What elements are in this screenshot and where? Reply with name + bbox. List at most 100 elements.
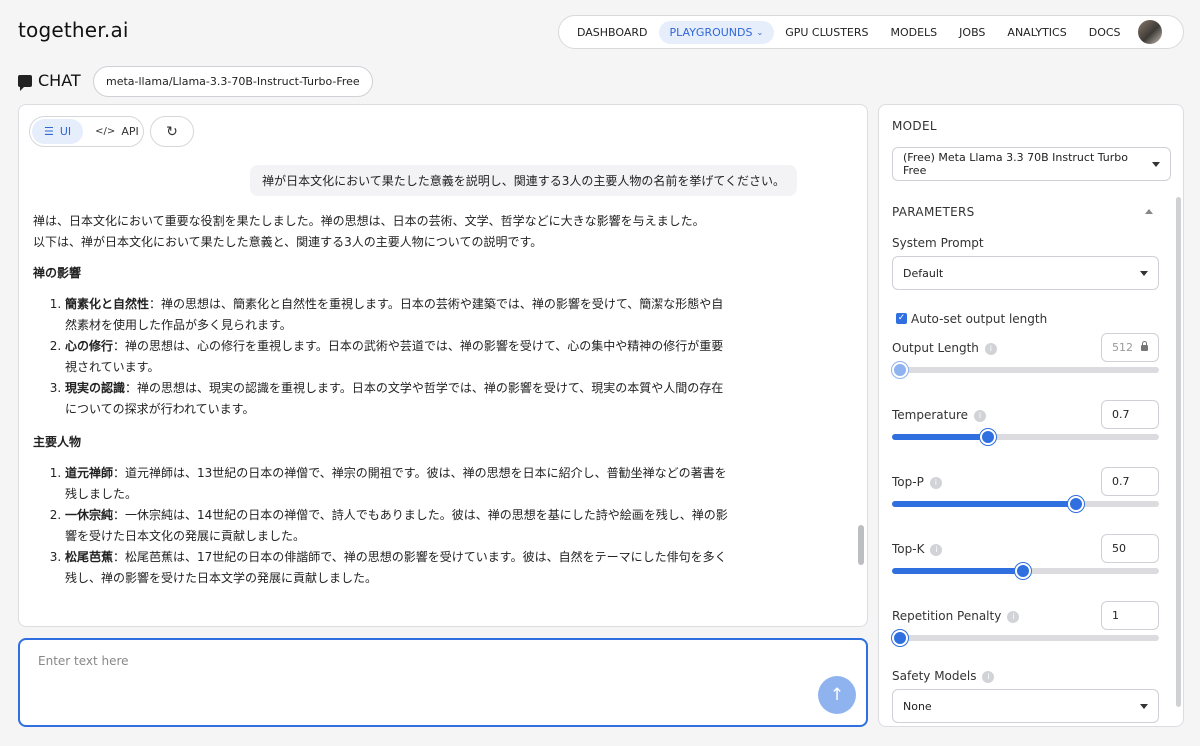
code-icon: </> [95, 126, 116, 137]
section-heading-people: 主要人物 [33, 435, 82, 449]
slider-thumb[interactable] [892, 630, 908, 646]
top-p-label: Top-P i [892, 475, 942, 489]
top-navigation: DASHBOARD PLAYGROUNDS ⌄ GPU CLUSTERS MODE… [558, 15, 1184, 49]
top-p-input[interactable]: 0.7 [1101, 467, 1159, 496]
output-length-slider[interactable] [892, 362, 1159, 378]
nav-playgrounds[interactable]: PLAYGROUNDS ⌄ [658, 20, 775, 44]
chevron-down-icon: ⌄ [756, 27, 764, 37]
parameters-section-title: PARAMETERS [892, 205, 975, 219]
temperature-slider[interactable] [892, 429, 1159, 445]
list-item: 道元禅師：道元禅師は、13世紀の日本の禅僧で、禅宗の開祖です。彼は、禅の思想を日… [65, 463, 733, 505]
together-logo[interactable]: together.ai [18, 18, 129, 42]
answer-intro-line1: 禅は、日本文化において重要な役割を果たしました。禅の思想は、日本の芸術、文学、哲… [33, 214, 705, 228]
slider-fill [892, 568, 1023, 574]
nav-playgrounds-label: PLAYGROUNDS [669, 25, 753, 39]
top-k-label-text: Top-K [892, 542, 925, 556]
list-item: 簡素化と自然性：禅の思想は、簡素化と自然性を重視します。日本の芸術や建築では、禅… [65, 294, 733, 336]
message-input-box: ↑ [18, 638, 868, 727]
mode-api-label: API [121, 125, 139, 138]
temperature-label-text: Temperature [892, 408, 969, 422]
nav-dashboard-label: DASHBOARD [577, 25, 648, 39]
people-list: 道元禅師：道元禅師は、13世紀の日本の禅僧で、禅宗の開祖です。彼は、禅の思想を日… [33, 463, 733, 589]
list-item-term: 心の修行 [65, 339, 114, 353]
chat-scrollbar[interactable] [858, 525, 864, 565]
top-p-label-text: Top-P [892, 475, 924, 489]
output-length-label-text: Output Length [892, 341, 979, 355]
arrow-up-icon: ↑ [829, 685, 845, 705]
refresh-button[interactable]: ↻ [150, 116, 194, 147]
system-prompt-select[interactable]: Default [892, 256, 1159, 290]
info-icon[interactable]: i [984, 342, 997, 355]
nav-gpu-clusters[interactable]: GPU CLUSTERS [774, 21, 879, 44]
nav-gpu-clusters-label: GPU CLUSTERS [785, 25, 869, 39]
refresh-icon: ↻ [166, 123, 178, 140]
nav-dashboard[interactable]: DASHBOARD [566, 21, 659, 44]
safety-models-label-text: Safety Models [892, 669, 977, 683]
temperature-input[interactable]: 0.7 [1101, 400, 1159, 429]
list-item-term: 簡素化と自然性 [65, 297, 150, 311]
list-item-text: ：禅の思想は、簡素化と自然性を重視します。日本の芸術や建築では、禅の影響を受けて… [65, 297, 724, 332]
list-item: 松尾芭蕉：松尾芭蕉は、17世紀の日本の俳諧師で、禅の思想の影響を受けています。彼… [65, 547, 733, 589]
repetition-penalty-label: Repetition Penalty i [892, 609, 1020, 623]
caret-down-icon [1140, 270, 1148, 276]
safety-models-label: Safety Models i [892, 669, 995, 683]
system-prompt-label: System Prompt [892, 236, 984, 250]
slider-thumb[interactable] [892, 362, 908, 378]
repetition-penalty-slider[interactable] [892, 630, 1159, 646]
nav-jobs-label: JOBS [959, 25, 986, 39]
message-input[interactable] [38, 654, 798, 694]
settings-panel: MODEL (Free) Meta Llama 3.3 70B Instruct… [878, 104, 1184, 727]
list-item-text: ：禅の思想は、現実の認識を重視します。日本の文学や哲学では、禅の影響を受けて、現… [65, 381, 724, 416]
info-icon[interactable]: i [1007, 610, 1020, 623]
nav-docs[interactable]: DOCS [1078, 21, 1132, 44]
chat-bubble-icon [18, 74, 32, 91]
mode-ui-label: UI [59, 125, 72, 138]
nav-docs-label: DOCS [1088, 25, 1121, 39]
top-k-slider[interactable] [892, 563, 1159, 579]
output-length-input: 512 [1101, 333, 1159, 362]
list-item-term: 道元禅師 [65, 466, 114, 480]
model-select[interactable]: (Free) Meta Llama 3.3 70B Instruct Turbo… [892, 147, 1171, 181]
safety-models-value: None [903, 699, 932, 713]
info-icon[interactable]: i [929, 476, 942, 489]
settings-scrollbar[interactable] [1176, 197, 1181, 707]
model-pill[interactable]: meta-llama/Llama-3.3-70B-Instruct-Turbo-… [93, 66, 373, 97]
chat-heading: CHAT [18, 71, 81, 91]
repetition-penalty-input[interactable]: 1 [1101, 601, 1159, 630]
info-icon[interactable]: i [930, 543, 943, 556]
top-p-slider[interactable] [892, 496, 1159, 512]
nav-models[interactable]: MODELS [879, 21, 948, 44]
user-avatar[interactable] [1137, 20, 1162, 44]
nav-analytics-label: ANALYTICS [1007, 25, 1067, 39]
list-item-term: 松尾芭蕉 [65, 550, 114, 564]
safety-models-select[interactable]: None [892, 689, 1159, 723]
top-k-input[interactable]: 50 [1101, 534, 1159, 563]
list-item-text: ：禅の思想は、心の修行を重視します。日本の武術や芸道では、禅の影響を受けて、心の… [65, 339, 724, 374]
auto-output-checkbox[interactable]: ✓ [896, 313, 907, 324]
answer-intro: 禅は、日本文化において重要な役割を果たしました。禅の思想は、日本の芸術、文学、哲… [33, 211, 733, 253]
info-icon[interactable]: i [982, 670, 995, 683]
list-item-text: ：道元禅師は、13世紀の日本の禅僧で、禅宗の開祖です。彼は、禅の思想を日本に紹介… [65, 466, 727, 501]
mode-ui-button[interactable]: ☰ UI [32, 119, 84, 144]
temperature-label: Temperature i [892, 408, 987, 422]
model-section-title: MODEL [892, 119, 937, 133]
list-item-term: 一休宗純 [65, 508, 114, 522]
top-k-label: Top-K i [892, 542, 943, 556]
section-heading-influence: 禅の影響 [33, 266, 82, 280]
influence-list: 簡素化と自然性：禅の思想は、簡素化と自然性を重視します。日本の芸術や建築では、禅… [33, 294, 733, 420]
send-button[interactable]: ↑ [818, 676, 856, 714]
collapse-parameters-icon[interactable] [1145, 209, 1153, 214]
answer-intro-line2: 以下は、禅が日本文化において果たした意義と、関連する3人の主要人物についての説明… [33, 235, 543, 249]
nav-analytics[interactable]: ANALYTICS [996, 21, 1077, 44]
info-icon[interactable]: i [974, 409, 987, 422]
nav-jobs[interactable]: JOBS [948, 21, 996, 44]
slider-thumb[interactable] [980, 429, 997, 445]
caret-down-icon [1140, 703, 1148, 709]
mode-api-button[interactable]: </> API [83, 119, 151, 144]
list-item: 心の修行：禅の思想は、心の修行を重視します。日本の武術や芸道では、禅の影響を受け… [65, 336, 733, 378]
list-item-term: 現実の認識 [65, 381, 126, 395]
slider-thumb[interactable] [1014, 563, 1031, 579]
model-select-value: (Free) Meta Llama 3.3 70B Instruct Turbo… [903, 151, 1129, 177]
output-length-value: 512 [1112, 341, 1133, 354]
slider-thumb[interactable] [1068, 496, 1085, 512]
